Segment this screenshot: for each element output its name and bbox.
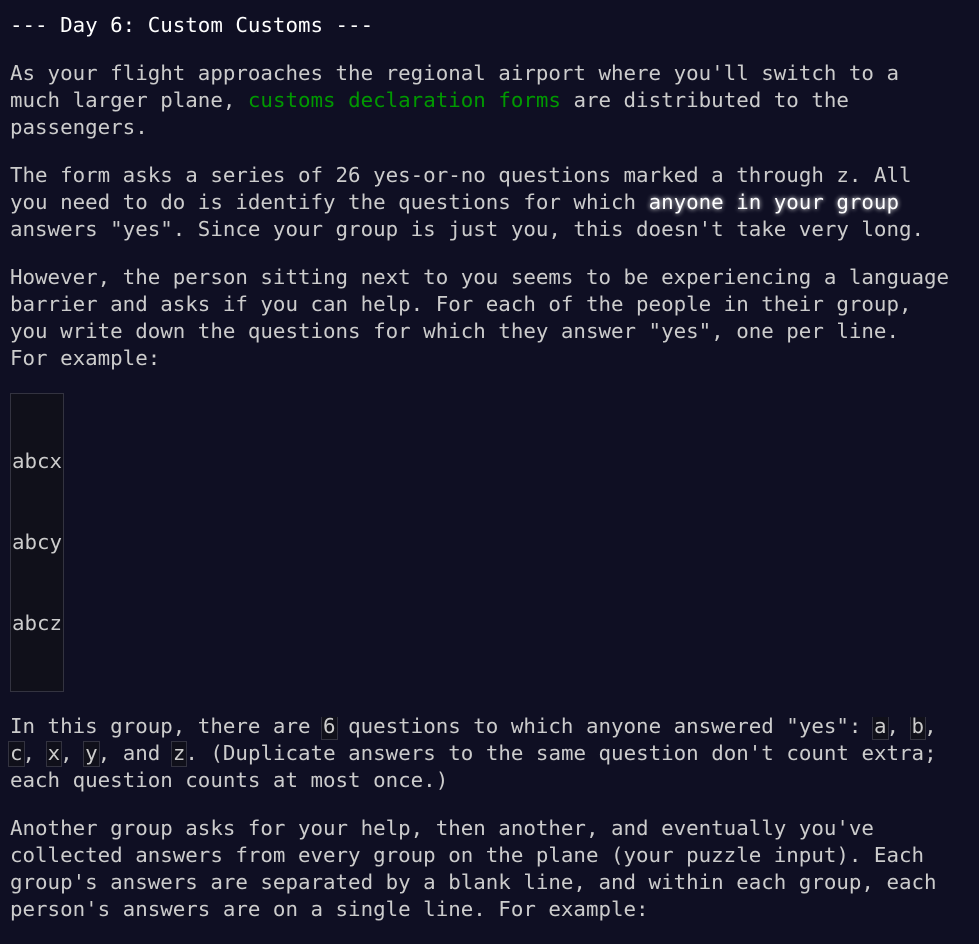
text-span: , bbox=[886, 714, 912, 738]
text-span: The form asks a series of 26 yes-or-no q… bbox=[10, 163, 712, 187]
code-line: abcx bbox=[12, 449, 63, 473]
code-letter: x bbox=[45, 741, 62, 767]
code-question-z: z bbox=[834, 163, 851, 189]
text-line: much larger plane, customs declaration f… bbox=[10, 87, 975, 114]
text-span: you need to do is identify the questions… bbox=[10, 190, 649, 214]
code-letter: c bbox=[8, 741, 25, 767]
text-line: The form asks a series of 26 yes-or-no q… bbox=[10, 162, 975, 189]
text-span: , bbox=[22, 741, 48, 765]
text-span: . All bbox=[848, 163, 912, 187]
text-line: person's answers are on a single line. F… bbox=[10, 897, 649, 921]
code-line: abcy bbox=[12, 530, 63, 554]
group-count-paragraph: In this group, there are 6 questions to … bbox=[8, 713, 975, 794]
customs-forms-link[interactable]: customs declaration forms bbox=[248, 88, 561, 112]
text-span: much larger plane, bbox=[10, 88, 248, 112]
example-code-block: abcx abcy abcz bbox=[10, 393, 65, 692]
code-letter: a bbox=[872, 714, 888, 740]
text-span: are distributed to the bbox=[560, 88, 849, 112]
intro-paragraph: As your flight approaches the regional a… bbox=[10, 60, 975, 141]
text-line: you write down the questions for which t… bbox=[10, 319, 899, 343]
text-line: barrier and asks if you can help. For ea… bbox=[10, 292, 912, 316]
form-paragraph: The form asks a series of 26 yes-or-no q… bbox=[10, 162, 975, 243]
code-letter: b bbox=[909, 714, 926, 740]
code-line: abcz bbox=[12, 611, 63, 635]
highlight-anyone: anyone in your group bbox=[648, 190, 899, 214]
text-line: each question counts at most once.) bbox=[10, 768, 449, 792]
text-span: questions to which anyone answered "yes"… bbox=[335, 714, 874, 738]
text-line: c, x, y, and z. (Duplicate answers to th… bbox=[8, 740, 975, 767]
text-line: collected answers from every group on th… bbox=[10, 843, 925, 867]
text-line: Another group asks for your help, then a… bbox=[10, 816, 874, 840]
code-count: 6 bbox=[321, 714, 338, 740]
text-line: you need to do is identify the questions… bbox=[10, 189, 975, 216]
text-line: answers "yes". Since your group is just … bbox=[10, 217, 925, 241]
text-span: In this group, there are bbox=[10, 714, 324, 738]
code-letter: z bbox=[170, 741, 187, 767]
code-letter: y bbox=[83, 741, 100, 767]
barrier-paragraph: However, the person sitting next to you … bbox=[10, 264, 975, 372]
day-title: --- Day 6: Custom Customs --- bbox=[10, 13, 374, 37]
text-line: passengers. bbox=[10, 115, 148, 139]
puzzle-article: --- Day 6: Custom Customs --- As your fl… bbox=[8, 12, 975, 944]
code-question-a: a bbox=[709, 163, 726, 189]
text-line: As your flight approaches the regional a… bbox=[10, 61, 899, 85]
text-line: In this group, there are 6 questions to … bbox=[10, 713, 975, 740]
text-span: . (Duplicate answers to the same questio… bbox=[185, 741, 937, 765]
text-span: , bbox=[60, 741, 86, 765]
text-span: through bbox=[723, 163, 837, 187]
text-line: For example: bbox=[10, 346, 161, 370]
puzzle-input-paragraph: Another group asks for your help, then a… bbox=[10, 815, 975, 923]
text-span: , and bbox=[97, 741, 173, 765]
text-line: However, the person sitting next to you … bbox=[10, 265, 950, 289]
text-line: group's answers are separated by a blank… bbox=[10, 870, 937, 894]
text-span: , bbox=[924, 714, 937, 738]
